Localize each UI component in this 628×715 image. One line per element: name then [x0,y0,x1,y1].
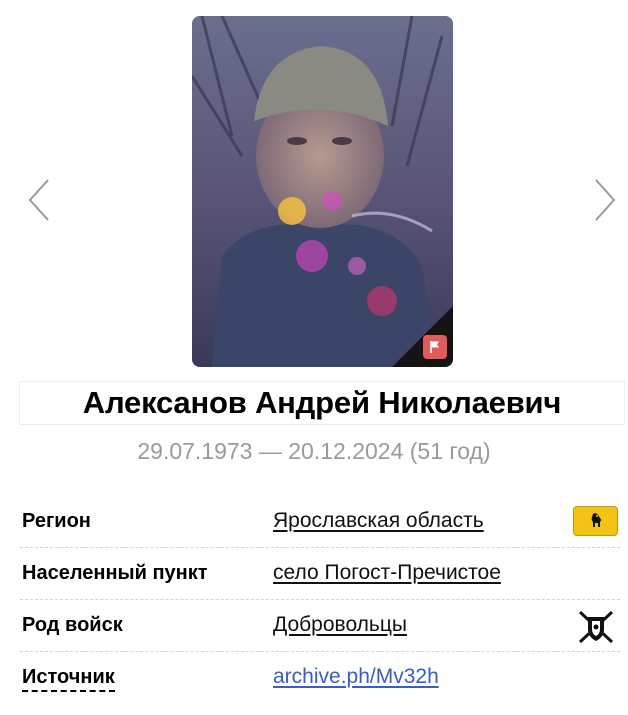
region-label: Регион [22,510,91,532]
flag-icon[interactable] [423,335,447,359]
memorial-card: Алексанов Андрей Николаевич 29.07.1973 —… [0,0,628,715]
info-table: Регион Ярославская область Населенный пу… [20,496,620,704]
troops-label: Род войск [22,614,123,636]
settlement-label: Населенный пункт [22,562,208,584]
name-header: Алексанов Андрей Николаевич [19,381,625,425]
info-row-source: Источник archive.ph/Mv32h [20,652,620,704]
source-label[interactable]: Источник [22,666,115,692]
settlement-link[interactable]: село Погост-Пречистое [273,561,501,585]
chevron-left-icon[interactable] [26,178,54,222]
person-name: Алексанов Андрей Николаевич [82,385,562,420]
region-link[interactable]: Ярославская область [273,509,484,533]
source-link[interactable]: archive.ph/Mv32h [273,665,439,689]
chevron-right-icon[interactable] [590,178,618,222]
yaroslavl-coat-of-arms-icon [573,506,618,536]
troops-link[interactable]: Добровольцы [273,613,407,637]
info-row-settlement: Населенный пункт село Погост-Пречистое [20,548,620,600]
volunteers-emblem-icon [576,609,616,645]
portrait-photo[interactable] [192,16,453,367]
info-row-region: Регион Ярославская область [20,496,620,548]
info-row-troops: Род войск Добровольцы [20,600,620,652]
life-dates: 29.07.1973 — 20.12.2024 (51 год) [137,438,491,464]
